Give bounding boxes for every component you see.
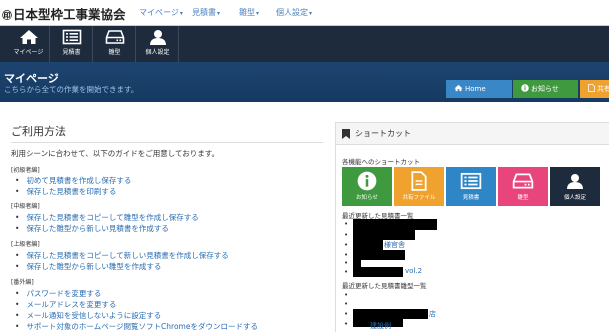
usage-intro: 利用シーンに合わせて、以下のガイドをご用意しております。 (11, 149, 220, 158)
shortcut-settings-button[interactable]: 個人設定 (550, 167, 600, 206)
recent-templates-label: 最近更新した見積書雛型一覧 (342, 282, 427, 290)
icon-toolbar: マイページ 見積書 雛型 個人設定 (0, 26, 609, 62)
section-title-intermediate: [中級者編] (11, 203, 40, 210)
shortcut-label: 見積書 (462, 195, 480, 201)
file-icon (588, 84, 595, 92)
guide-link[interactable]: 保存した見積書をコピーして雛型を作成し保存する (15, 212, 198, 223)
redacted-estimate-link[interactable] (353, 258, 361, 267)
redacted-estimate-link[interactable] (353, 267, 403, 277)
list-icon (460, 172, 482, 190)
list-bullet: • (344, 220, 349, 228)
guide-link[interactable]: メールアドレスを変更する (15, 299, 116, 310)
redacted-estimate-link[interactable] (353, 230, 415, 240)
toolbar-mypage-button[interactable]: マイページ (8, 26, 50, 62)
toolbar-templates-button[interactable]: 雛型 (94, 26, 136, 62)
info-icon (521, 84, 529, 92)
toolbar-label: マイページ (13, 49, 44, 56)
usage-guide: ご利用方法 利用シーンに合わせて、以下のガイドをご用意しております。 [初級者編… (0, 102, 328, 332)
header-home-button[interactable]: Home (446, 80, 512, 98)
file-icon (411, 171, 427, 191)
list-bullet: • (344, 291, 349, 299)
user-icon (567, 174, 583, 189)
shortcut-label: 雛型 (517, 195, 529, 201)
divider (11, 142, 323, 143)
section-title-advanced: [上級者編] (11, 241, 40, 248)
toolbar-settings-button[interactable]: 個人設定 (137, 26, 179, 62)
header-shared-label: 共有 (597, 85, 609, 93)
shortcut-title: ショートカット (355, 129, 411, 138)
list-bullet: • (344, 251, 349, 259)
header-shared-button[interactable]: 共有 (580, 80, 609, 98)
guide-link[interactable]: パスワードを変更する (15, 288, 101, 299)
chevron-down-icon: ▾ (256, 10, 260, 17)
list-bullet: • (344, 268, 349, 276)
shortcut-panel: ショートカット 各機能へのショートカット お知らせ 共有ファイル 見積書 雛型 … (335, 122, 609, 332)
brand-seal-icon: ㊞ (2, 11, 12, 22)
usage-heading: ご利用方法 (11, 125, 66, 138)
chevron-down-icon: ▾ (179, 10, 183, 17)
header-news-label: お知らせ (531, 85, 559, 93)
guide-link[interactable]: 保存した雛型から新しい見積書を作成する (15, 223, 169, 234)
shortcut-label: 個人設定 (563, 195, 586, 201)
header-news-button[interactable]: お知らせ (513, 80, 578, 98)
guide-link[interactable]: サポート対象のホームページ閲覧ソフトChromeをダウンロードする (15, 321, 258, 332)
toolbar-label: 雛型 (108, 49, 121, 56)
section-title-beginner: [初級者編] (11, 167, 40, 174)
list-bullet: • (344, 231, 349, 239)
nav-menu-mypage[interactable]: マイページ▾ (139, 7, 183, 18)
redacted-estimate-link[interactable] (353, 240, 383, 250)
user-icon (149, 30, 166, 45)
guide-link[interactable]: 初めて見積書を作成し保存する (15, 175, 131, 186)
recent-template-link[interactable]: 建設例 (370, 321, 391, 331)
list-icon (62, 29, 81, 45)
nav-menu-estimates[interactable]: 見積書▾ (192, 7, 220, 18)
guide-link[interactable]: 保存した見積書を印刷する (15, 186, 116, 197)
toolbar-label: 個人設定 (145, 49, 170, 56)
recent-estimate-link[interactable]: 様官舎 (384, 240, 405, 250)
list-bullet: • (344, 320, 349, 328)
guide-link[interactable]: 保存した雛型から新しい雛型を作成する (15, 261, 161, 272)
shortcut-panel-header: ショートカット (336, 123, 609, 145)
top-navbar: ㊞日本型枠工事業協会 マイページ▾ 見積書▾ 雛型▾ 個人設定▾ (0, 0, 609, 26)
toolbar-estimates-button[interactable]: 見積書 (51, 26, 93, 62)
list-bullet: • (344, 259, 349, 267)
shortcut-all-label: 各機能へのショートカット (342, 158, 420, 166)
toolbar-label: 見積書 (62, 49, 81, 56)
brand-name: 日本型枠工事業協会 (13, 7, 126, 22)
nav-menu-settings[interactable]: 個人設定▾ (276, 7, 312, 18)
site-brand[interactable]: ㊞日本型枠工事業協会 (2, 4, 126, 23)
shortcut-label: お知らせ (356, 195, 378, 201)
drive-icon (512, 173, 534, 189)
info-icon (357, 171, 377, 191)
bookmark-icon (342, 129, 350, 139)
list-bullet: • (344, 241, 349, 249)
home-icon (19, 30, 38, 44)
shortcut-templates-button[interactable]: 雛型 (498, 167, 548, 206)
guide-link[interactable]: メール通知を受信しないように設定する (15, 310, 161, 321)
nav-menu-templates[interactable]: 雛型▾ (239, 7, 259, 18)
list-bullet: • (344, 310, 349, 318)
redacted-estimate-link[interactable] (353, 219, 437, 230)
recent-estimate-link[interactable]: vol.2 (405, 267, 422, 275)
header-home-label: Home (465, 85, 486, 93)
chevron-down-icon: ▾ (309, 10, 313, 17)
recent-template-link[interactable]: 店 (429, 309, 436, 319)
home-icon (454, 84, 463, 92)
shortcut-label: 共有ファイル (402, 195, 436, 201)
section-title-extra: [番外編] (11, 279, 34, 286)
page-subtitle: こちらから全ての作業を開始できます。 (4, 85, 139, 94)
shortcut-news-button[interactable]: お知らせ (342, 167, 392, 206)
redacted-template-link[interactable] (353, 309, 428, 319)
page-header: マイページ こちらから全ての作業を開始できます。 Home お知らせ 共有 (0, 62, 609, 102)
guide-link[interactable]: 保存した見積書をコピーして新しい見積書を作成し保存する (15, 250, 228, 261)
shortcut-shared-files-button[interactable]: 共有ファイル (394, 167, 444, 206)
chevron-down-icon: ▾ (217, 10, 221, 17)
drive-icon (105, 30, 124, 44)
list-bullet: • (344, 300, 349, 308)
shortcut-estimates-button[interactable]: 見積書 (446, 167, 496, 206)
